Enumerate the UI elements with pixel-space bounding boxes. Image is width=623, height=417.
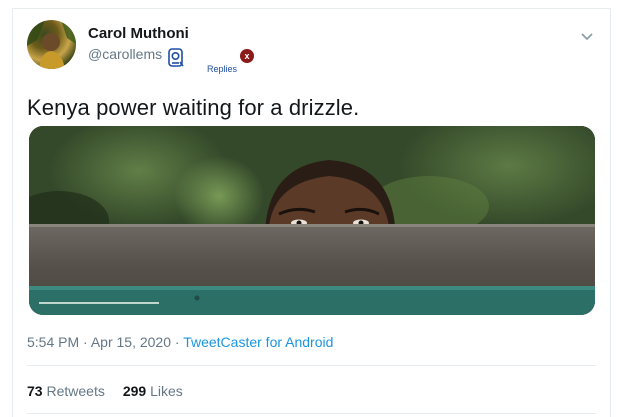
tweet-date[interactable]: Apr 15, 2020 (91, 334, 171, 350)
meta-separator: · (83, 334, 88, 350)
divider (27, 365, 596, 366)
divider (27, 413, 596, 414)
tweet-card: Carol Muthoni @carollems Replies x Kenya… (12, 8, 611, 417)
avatar-image (27, 20, 76, 69)
chevron-down-icon[interactable] (580, 29, 594, 43)
tweet-header: Carol Muthoni @carollems Replies x (27, 19, 596, 79)
avatar[interactable] (27, 20, 76, 69)
tweet-source-link[interactable]: TweetCaster for Android (183, 334, 333, 350)
likes-count: 299 (122, 383, 147, 399)
retweets-stat[interactable]: 73 Retweets (27, 383, 105, 399)
likes-stat[interactable]: 299 Likes (123, 383, 183, 399)
photo-image (29, 126, 595, 315)
tweet-stats: 73 Retweets 299 Likes (27, 383, 183, 399)
author-handle[interactable]: @carollems (88, 46, 168, 62)
meta-separator: · (174, 334, 180, 350)
author-name[interactable]: Carol Muthoni (88, 25, 189, 42)
retweets-count: 73 (27, 383, 43, 399)
tweet-photo[interactable] (29, 126, 595, 315)
tweet-text: Kenya power waiting for a drizzle. (27, 95, 360, 120)
retweets-label: Retweets (46, 383, 105, 399)
close-icon[interactable]: x (240, 49, 254, 63)
badge-icon (168, 48, 184, 67)
likes-label: Likes (150, 383, 183, 399)
tweet-meta: 5:54 PM · Apr 15, 2020 · TweetCaster for… (27, 334, 333, 350)
tweet-time[interactable]: 5:54 PM (27, 334, 79, 350)
replies-link[interactable]: Replies (207, 64, 237, 74)
